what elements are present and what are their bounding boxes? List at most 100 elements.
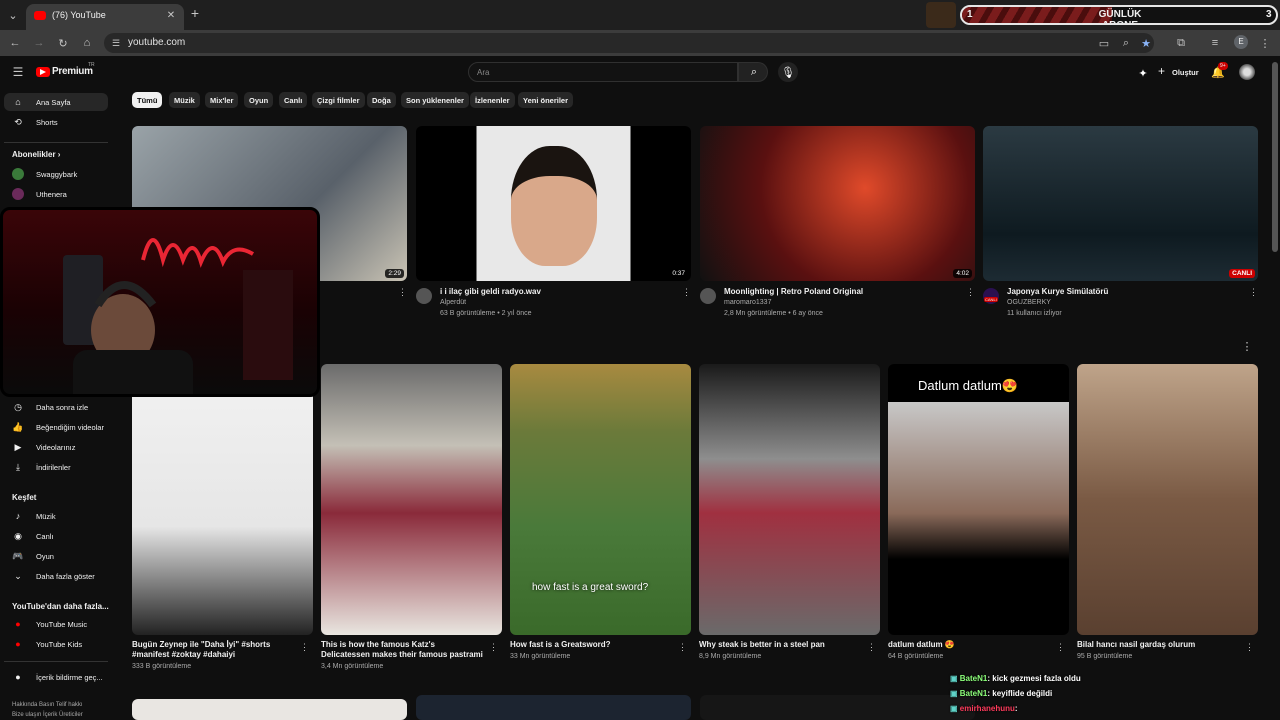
home-icon[interactable]: ⌂ [80,36,94,50]
address-bar[interactable]: ☰ youtube.com ▭ ⌕ ★ [104,33,1154,53]
video-title[interactable]: i i ilaç gibi geldi radyo.wav [440,287,670,297]
explore-heading[interactable]: Keşfet [12,493,36,502]
filter-chip[interactable]: İzlenenler [470,92,515,108]
chevron-down-icon: ⌄ [14,570,22,581]
video-more-icon[interactable]: ⋮ [1249,287,1258,298]
browser-menu-icon[interactable]: ⋮ [1258,36,1272,50]
sidebar-item-subscription[interactable]: Swaggybark [4,165,108,183]
video-more-icon[interactable]: ⋮ [682,287,691,298]
reading-list-icon[interactable]: ≡ [1208,36,1222,50]
reload-icon[interactable]: ↻ [56,36,70,50]
short-thumbnail[interactable] [699,364,880,635]
microphone-icon: 🎙 [781,66,795,79]
cast-icon[interactable]: ▭ [1098,36,1110,50]
sidebar-item-explore-1[interactable]: ◉ Canlı [4,527,108,545]
more-from-youtube-heading[interactable]: YouTube'dan daha fazla... [12,602,109,611]
filter-chip[interactable]: Oyun [244,92,274,108]
short-more-icon[interactable]: ⋮ [489,642,498,653]
search-input[interactable]: Ara [468,62,738,82]
channel-name[interactable]: Alperdüt [440,299,466,306]
gemini-sparkle-icon[interactable]: ✦ [1136,66,1150,80]
channel-avatar[interactable] [416,288,432,304]
short-more-icon[interactable]: ⋮ [1245,642,1254,653]
forward-icon[interactable]: → [32,36,46,50]
url-text: youtube.com [128,37,186,48]
sidebar-item-explore-2[interactable]: 🎮 Oyun [4,547,108,565]
channel-name[interactable]: maromaro1337 [724,299,771,306]
voice-search-button[interactable]: 🎙 [778,62,798,82]
filter-chip[interactable]: Yeni öneriler [518,92,574,108]
video-more-icon[interactable]: ⋮ [398,287,407,298]
sidebar-item-explore-3[interactable]: ⌄ Daha fazla göster [4,567,108,585]
tab-list-chevron-icon[interactable]: ⌄ [6,8,20,22]
youtube-kids-icon: ● [15,639,21,649]
search-button[interactable]: ⌕ [738,62,768,82]
shorts-shelf-more-icon[interactable]: ⋮ [1242,340,1253,353]
close-tab-icon[interactable]: ✕ [164,8,178,22]
filter-chip[interactable]: Tümü [132,92,163,108]
video-thumbnail-partial[interactable] [700,695,975,720]
video-thumbnail-partial[interactable] [416,695,691,720]
short-title[interactable]: This is how the famous Katz's Delicatess… [321,640,486,660]
video-more-icon[interactable]: ⋮ [966,287,975,298]
channel-name[interactable]: OGUZBERKY [1007,299,1051,306]
sidebar-item-you-2[interactable]: ▶ Videolarınız [4,438,108,456]
channel-avatar[interactable] [700,288,716,304]
sidebar-item-report[interactable]: ● İçerik bildirme geç... [4,668,108,686]
short-thumbnail[interactable] [132,364,313,635]
footer-links[interactable]: Bize ulaşın İçerik Üreticiler [12,712,83,718]
sidebar-item-home[interactable]: ⌂ Ana Sayfa [4,93,108,111]
zoom-icon[interactable]: ⌕ [1120,36,1132,50]
short-more-icon[interactable]: ⋮ [300,642,309,653]
sidebar-item-explore-0[interactable]: ♪ Müzik [4,507,108,525]
video-thumbnail[interactable]: 4:02 [700,126,975,281]
subscriptions-heading[interactable]: Abonelikler › [12,150,60,159]
video-title[interactable]: Japonya Kurye Simülatörü [1007,287,1237,297]
profile-avatar[interactable]: E [1234,35,1248,49]
sidebar-item-you-1[interactable]: 👍 Beğendiğim videolar [4,418,108,436]
page-scrollbar[interactable] [1272,62,1278,252]
video-title[interactable]: Moonlighting | Retro Poland Original [724,287,954,297]
short-more-icon[interactable]: ⋮ [1056,642,1065,653]
filter-chip[interactable]: Müzik [169,92,200,108]
sidebar-item-shorts[interactable]: ⟲ Shorts [4,113,108,131]
sidebar-item-more-1[interactable]: ● YouTube Kids [4,635,108,653]
short-thumbnail[interactable] [321,364,502,635]
youtube-favicon-icon [34,11,46,20]
short-more-icon[interactable]: ⋮ [867,642,876,653]
play-triangle-icon [40,69,46,75]
account-avatar[interactable] [1239,64,1255,80]
short-more-icon[interactable]: ⋮ [678,642,687,653]
short-thumbnail[interactable]: Datlum datlum😍 [888,364,1069,635]
goal-start-number: 1 [967,9,973,20]
new-tab-icon[interactable]: + [188,5,202,21]
filter-chip[interactable]: Doğa [367,92,396,108]
chat-separator: : [1014,704,1018,713]
hamburger-menu-icon[interactable]: ☰ [12,65,24,79]
footer-links[interactable]: Hakkında Basın Telif hakkı [12,702,83,708]
site-info-icon[interactable]: ☰ [110,37,122,49]
extensions-icon[interactable]: ⧉ [1174,36,1188,50]
short-thumbnail[interactable]: how fast is a great sword? [510,364,691,635]
sidebar-item-label: Beğendiğim videolar [36,423,104,432]
sidebar-item-you-3[interactable]: ⤓ İndirilenler [4,458,108,476]
sidebar-item-more-0[interactable]: ● YouTube Music [4,615,108,633]
sidebar-item-label: YouTube Kids [36,640,83,649]
filter-chip[interactable]: Son yüklenenler [401,92,469,108]
youtube-logo[interactable]: Premium TR [36,62,116,80]
sidebar-item-you-0[interactable]: ◷ Daha sonra izle [4,398,108,416]
video-thumbnail[interactable]: 0:37 [416,126,691,281]
channel-avatar[interactable]: CANLI [983,288,999,304]
filter-chip[interactable]: Çizgi filmler [312,92,365,108]
short-title[interactable]: Bugün Zeynep ile "Daha İyi" #shorts #man… [132,640,297,660]
filter-chip[interactable]: Mix'ler [205,92,239,108]
video-thumbnail-partial[interactable] [132,699,407,720]
browser-tab[interactable]: (76) YouTube ✕ [26,4,184,30]
short-thumbnail[interactable] [1077,364,1258,635]
create-button[interactable]: + Oluştur [1156,64,1202,80]
back-icon[interactable]: ← [8,36,22,50]
bookmark-star-icon[interactable]: ★ [1140,36,1152,50]
video-thumbnail[interactable]: CANLI [983,126,1258,281]
sidebar-item-subscription[interactable]: Uthenera [4,185,108,203]
filter-chip[interactable]: Canlı [279,92,308,108]
